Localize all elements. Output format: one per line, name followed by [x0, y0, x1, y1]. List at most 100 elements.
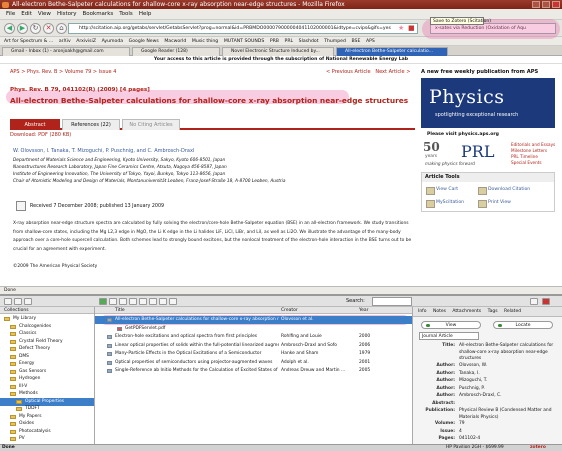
- menu-edit[interactable]: Edit: [21, 11, 32, 17]
- print-view-link[interactable]: Print View: [478, 200, 511, 208]
- field-value[interactable]: 041102-4: [459, 436, 559, 443]
- bookmark-item[interactable]: APS: [366, 39, 375, 44]
- item-row[interactable]: Electron-hole excitations and optical sp…: [95, 333, 412, 341]
- bookmark-item[interactable]: Ayumoda: [102, 39, 123, 44]
- field-value[interactable]: 79: [459, 421, 559, 428]
- article-title-block: Phys. Rev. B 79, 041102(R) (2009) [4 pag…: [10, 86, 415, 105]
- download-citation-link[interactable]: Download Citation: [478, 187, 530, 195]
- physics-visit-link[interactable]: Please visit physics.aps.org: [427, 132, 499, 137]
- field-value[interactable]: Puschnig, P.: [459, 386, 559, 393]
- field-value[interactable]: Ambrosch-Draxl, C.: [459, 393, 559, 400]
- author-list[interactable]: W. Olovsson, I. Tanaka, T. Mizoguchi, P.…: [13, 148, 194, 154]
- tab-info[interactable]: Info: [418, 309, 427, 314]
- new-item-from-page-icon[interactable]: [109, 298, 117, 305]
- tab-google-reader[interactable]: Google Reader (128): [132, 47, 220, 56]
- next-article-link[interactable]: Next Article >: [375, 69, 410, 75]
- field-value[interactable]: Olovsson, W.: [459, 363, 559, 370]
- bookmark-item[interactable]: Music thing: [192, 39, 218, 44]
- close-window-button[interactable]: [552, 1, 560, 8]
- maximize-button[interactable]: [542, 1, 550, 8]
- field-value[interactable]: Mizoguchi, T.: [459, 378, 559, 385]
- tab-notes[interactable]: Notes: [433, 309, 446, 314]
- menu-help[interactable]: Help: [139, 11, 152, 17]
- stop-button[interactable]: ✕: [43, 23, 54, 34]
- menu-tools[interactable]: Tools: [119, 11, 133, 17]
- menu-history[interactable]: History: [57, 11, 77, 17]
- item-year: 2006: [359, 342, 371, 348]
- menu-bookmarks[interactable]: Bookmarks: [83, 11, 114, 17]
- tab-abstract[interactable]: Abstract: [10, 119, 60, 130]
- bookmark-item[interactable]: Thumped: [324, 39, 346, 44]
- zotero-brand[interactable]: zotero: [530, 445, 546, 451]
- bookmark-item[interactable]: Slashdot: [299, 39, 319, 44]
- folder-icon: [10, 414, 16, 419]
- actions-gear-icon[interactable]: [24, 298, 32, 305]
- column-title[interactable]: Title: [115, 307, 125, 314]
- bookmark-star-icon[interactable]: ★: [398, 24, 404, 32]
- new-item-icon[interactable]: [99, 298, 107, 305]
- column-creator[interactable]: Creator: [281, 307, 298, 314]
- tab-citing-articles[interactable]: No Citing Articles: [122, 119, 180, 130]
- zotero-save-icon[interactable]: ■: [408, 24, 415, 32]
- field-value[interactable]: All-electron Bethe-Salpeter calculations…: [459, 343, 559, 363]
- locate-button[interactable]: Locate: [493, 321, 553, 329]
- tab-tags[interactable]: Tags: [488, 309, 498, 314]
- back-button[interactable]: ◀: [4, 23, 15, 34]
- link-page-icon[interactable]: [119, 298, 127, 305]
- item-type-select[interactable]: Journal Article: [419, 332, 479, 340]
- close-zotero-icon[interactable]: [542, 298, 550, 305]
- myscitation-link[interactable]: MySciltation: [426, 200, 464, 208]
- breadcrumb[interactable]: APS > Phys. Rev. B > Volume 79 > Issue 4: [10, 69, 116, 75]
- new-saved-search-icon[interactable]: [14, 298, 22, 305]
- tab-references[interactable]: References (22): [62, 119, 120, 130]
- field-value[interactable]: 4: [459, 429, 559, 436]
- prl-links[interactable]: Editorials and Essays Milestone Letters …: [511, 142, 555, 166]
- fullscreen-icon[interactable]: [530, 298, 538, 305]
- menu-view[interactable]: View: [38, 11, 51, 17]
- attachment-row[interactable]: GetPDFServlet.pdf: [95, 325, 412, 333]
- pdf-icon: [117, 326, 122, 331]
- citation-icon[interactable]: [159, 298, 167, 305]
- bookmark-item[interactable]: arXiv: [59, 39, 71, 44]
- snapshot-icon[interactable]: [129, 298, 137, 305]
- item-row[interactable]: Single-Reference ab Initio Methods for t…: [95, 367, 412, 375]
- bookmark-item[interactable]: Google News: [129, 39, 159, 44]
- zotero-search-input[interactable]: [372, 297, 412, 306]
- item-row[interactable]: Linear optical properties of solids with…: [95, 342, 412, 350]
- forward-button[interactable]: ▶: [17, 23, 28, 34]
- item-row[interactable]: Optical properties of semiconductors usi…: [95, 359, 412, 367]
- tab-novel-electronic[interactable]: Novel Electronic Structure Induced by...: [222, 47, 334, 56]
- item-row[interactable]: All-electron Bethe-Salpeter calculations…: [95, 316, 412, 324]
- bookmark-item[interactable]: Macworld: [164, 39, 186, 44]
- tab-active-article[interactable]: All-electron Bethe-Salpeter calculatio..…: [336, 47, 448, 56]
- bookmark-item[interactable]: MUTANT SOUNDS: [224, 39, 264, 44]
- tab-attachments[interactable]: Attachments: [452, 309, 481, 314]
- url-input[interactable]: http://scitation.aip.org/getabs/servlet/…: [68, 23, 418, 34]
- attach-icon[interactable]: [149, 298, 157, 305]
- new-note-icon[interactable]: [139, 298, 147, 305]
- field-value[interactable]: Physical Review B (Condensed Matter and …: [459, 408, 559, 421]
- menu-file[interactable]: File: [6, 11, 15, 17]
- home-button[interactable]: ⌂: [56, 23, 67, 34]
- tab-related[interactable]: Related: [504, 309, 521, 314]
- field-value[interactable]: Tanaka, I.: [459, 371, 559, 378]
- view-cart-link[interactable]: View Cart: [426, 187, 458, 195]
- column-year[interactable]: Year: [359, 307, 369, 314]
- physics-banner[interactable]: Physics spotlighting exceptional researc…: [421, 78, 555, 128]
- bookmark-item[interactable]: PRB: [270, 39, 279, 44]
- tab-gmail[interactable]: Gmail - Inbox (1) - aronjoakh@gmail.com: [2, 47, 130, 56]
- report-icon[interactable]: [169, 298, 177, 305]
- previous-article-link[interactable]: < Previous Article: [326, 69, 371, 75]
- collection-item[interactable]: PV: [0, 435, 94, 443]
- reload-button[interactable]: ↻: [30, 23, 41, 34]
- prl-banner[interactable]: 50 years making physics forward PRL Edit…: [421, 140, 555, 168]
- bookmark-item[interactable]: PRL: [285, 39, 294, 44]
- bookmark-item[interactable]: BSE: [351, 39, 360, 44]
- item-row[interactable]: Many-Particle Effects in the Optical Exc…: [95, 350, 412, 358]
- bookmark-item[interactable]: Art for Spectrum & ...: [4, 39, 53, 44]
- minimize-button[interactable]: [532, 1, 540, 8]
- download-pdf-link[interactable]: Download: PDF (280 KB): [10, 132, 71, 138]
- bookmark-item[interactable]: ArxivisiZ: [76, 39, 96, 44]
- view-button[interactable]: View: [421, 321, 481, 329]
- new-collection-icon[interactable]: [4, 298, 12, 305]
